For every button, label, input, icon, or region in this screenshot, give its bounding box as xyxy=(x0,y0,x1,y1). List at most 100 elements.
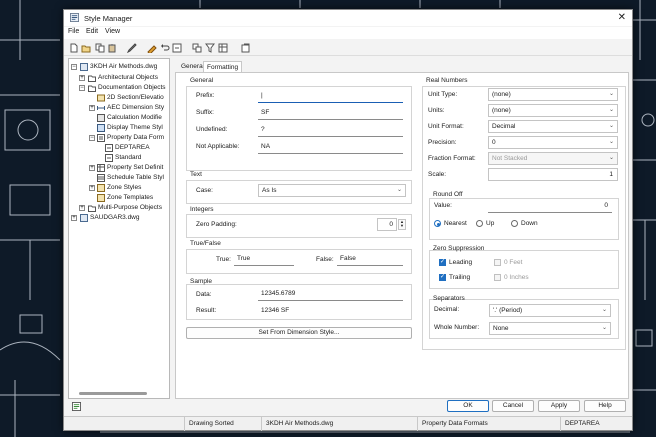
expand-toggle[interactable]: + xyxy=(89,165,95,171)
style-tree[interactable]: − 3KDH Air Methods.dwg + Architectural O… xyxy=(68,58,170,399)
tree-item-display-theme[interactable]: Display Theme Styl xyxy=(97,123,169,133)
expand-toggle[interactable]: + xyxy=(89,185,95,191)
tree-root-3kdh[interactable]: − 3KDH Air Methods.dwg xyxy=(71,62,169,72)
drawing-icon xyxy=(80,63,88,71)
tree-item-zone-templates[interactable]: Zone Templates xyxy=(97,193,169,203)
trailing-checkbox[interactable] xyxy=(439,273,446,281)
suffix-label: Suffix: xyxy=(196,109,214,116)
up-radio[interactable] xyxy=(476,220,483,227)
fraction-format-dropdown[interactable]: Not Stacked ⌄ xyxy=(488,152,618,165)
units-dropdown[interactable]: (none) ⌄ xyxy=(488,104,618,117)
tree-item-calculation[interactable]: Calculation Modifie xyxy=(97,113,169,123)
result-label: Result: xyxy=(196,307,217,314)
zero-padding-stepper[interactable]: ▲ ▼ xyxy=(398,219,406,230)
zone-template-icon xyxy=(97,194,105,202)
formatting-panel: General Prefix: | Suffix: SF Undefined: … xyxy=(175,72,629,399)
false-field[interactable]: False xyxy=(337,253,403,266)
unit-format-value: Decimal xyxy=(492,123,516,130)
zero-padding-field[interactable]: 0 xyxy=(377,218,397,231)
undefined-field[interactable]: ? xyxy=(258,124,403,137)
filter-icon[interactable] xyxy=(205,43,215,53)
unit-type-dropdown[interactable]: (none) ⌄ xyxy=(488,88,618,101)
inches-checkbox[interactable] xyxy=(494,274,501,281)
units-value: (none) xyxy=(492,107,511,114)
spin-down-icon[interactable]: ▼ xyxy=(399,224,405,228)
true-field[interactable]: True xyxy=(234,253,294,266)
nearest-radio[interactable] xyxy=(434,220,441,227)
not-applicable-field[interactable]: NA xyxy=(258,141,403,154)
nearest-label: Nearest xyxy=(444,220,467,227)
expand-toggle[interactable]: + xyxy=(71,215,77,221)
expand-toggle[interactable]: + xyxy=(79,205,85,211)
case-dropdown[interactable]: As Is ⌄ xyxy=(258,184,406,197)
new-icon[interactable] xyxy=(69,43,79,53)
help-icon[interactable] xyxy=(241,43,251,53)
tree-item-property-set[interactable]: + Property Set Definit xyxy=(89,163,169,173)
undo-icon[interactable] xyxy=(160,43,170,53)
tree-item-multi-purpose[interactable]: + Multi-Purpose Objects xyxy=(79,203,169,213)
not-applicable-label: Not Applicable: xyxy=(196,143,240,150)
unit-format-dropdown[interactable]: Decimal ⌄ xyxy=(488,120,618,133)
edit-style-icon[interactable] xyxy=(127,43,137,53)
whole-number-separator-dropdown[interactable]: None ⌄ xyxy=(489,322,611,335)
precision-dropdown[interactable]: 0 ⌄ xyxy=(488,136,618,149)
zero-suppression-group-title: Zero Suppression xyxy=(433,245,485,252)
tree-item-architectural[interactable]: + Architectural Objects xyxy=(79,73,169,83)
set-from-dimension-style-button[interactable]: Set From Dimension Style... xyxy=(186,327,412,339)
refresh-icon[interactable] xyxy=(172,43,182,53)
view-options-icon[interactable] xyxy=(218,43,228,53)
copy-icon[interactable] xyxy=(95,43,105,53)
leading-checkbox[interactable] xyxy=(439,258,446,266)
toggle-view-icon[interactable] xyxy=(192,43,202,53)
open-icon[interactable] xyxy=(81,43,91,53)
expand-toggle[interactable]: + xyxy=(79,75,85,81)
expand-toggle[interactable]: + xyxy=(89,105,95,111)
scale-field[interactable]: 1 xyxy=(488,168,618,181)
integers-group-title: Integers xyxy=(190,206,214,213)
purge-icon[interactable] xyxy=(147,43,157,53)
drawing-icon xyxy=(80,214,88,222)
tree-item-standard[interactable]: Standard xyxy=(105,153,169,163)
apply-button[interactable]: Apply xyxy=(538,400,580,412)
menu-file[interactable]: File xyxy=(68,28,79,35)
format-style-icon xyxy=(105,154,113,162)
collapse-toggle[interactable]: − xyxy=(79,85,85,91)
status-type: Property Data Formats xyxy=(417,417,560,431)
tree-item-deptarea[interactable]: DEPTAREA xyxy=(105,143,169,153)
quick-view-icon[interactable] xyxy=(72,402,81,411)
sample-data-field[interactable]: 12345.6789 xyxy=(258,288,403,301)
tree-item-schedule-table[interactable]: Schedule Table Styl xyxy=(97,173,169,183)
chevron-down-icon: ⌄ xyxy=(608,91,614,97)
tree-item-aec-dimension[interactable]: + AEC Dimension Sty xyxy=(89,103,169,113)
sample-result-value: 12346 SF xyxy=(261,307,290,314)
tree-item-2d-section[interactable]: 2D Section/Elevatio xyxy=(97,93,169,103)
feet-checkbox[interactable] xyxy=(494,259,501,266)
style-manager-dialog: Style Manager ✕ File Edit View − 3KDH Ai… xyxy=(63,9,633,431)
collapse-toggle[interactable]: − xyxy=(89,135,95,141)
tree-root-saudgar3[interactable]: + SAUDGAR3.dwg xyxy=(71,213,169,223)
inches-label: 0 Inches xyxy=(504,274,529,281)
help-button[interactable]: Help xyxy=(584,400,626,412)
menu-view[interactable]: View xyxy=(105,28,120,35)
ok-button[interactable]: OK xyxy=(447,400,489,412)
collapse-toggle[interactable]: − xyxy=(71,64,77,70)
decimal-separator-dropdown[interactable]: '.' (Period) ⌄ xyxy=(489,304,611,317)
style-manager-app-icon xyxy=(70,13,79,22)
round-off-value-label: Value: xyxy=(434,202,452,209)
down-radio[interactable] xyxy=(511,220,518,227)
folder-icon xyxy=(88,75,96,82)
prefix-field[interactable]: | xyxy=(258,90,403,103)
paste-icon[interactable] xyxy=(107,43,117,53)
round-off-value-field[interactable]: 0 xyxy=(488,200,612,213)
tree-item-zone-styles[interactable]: + Zone Styles xyxy=(89,183,169,193)
tree-item-property-data-formats[interactable]: − Property Data Form xyxy=(89,133,169,143)
close-button[interactable]: ✕ xyxy=(618,12,626,23)
round-off-value: 0 xyxy=(604,202,608,209)
suffix-field[interactable]: SF xyxy=(258,107,403,120)
menu-edit[interactable]: Edit xyxy=(86,28,98,35)
cancel-button[interactable]: Cancel xyxy=(492,400,534,412)
unit-type-value: (none) xyxy=(492,91,511,98)
menu-bar: File Edit View xyxy=(64,27,632,39)
tree-item-documentation[interactable]: − Documentation Objects xyxy=(79,83,169,93)
tree-horizontal-scrollbar[interactable] xyxy=(79,392,147,395)
